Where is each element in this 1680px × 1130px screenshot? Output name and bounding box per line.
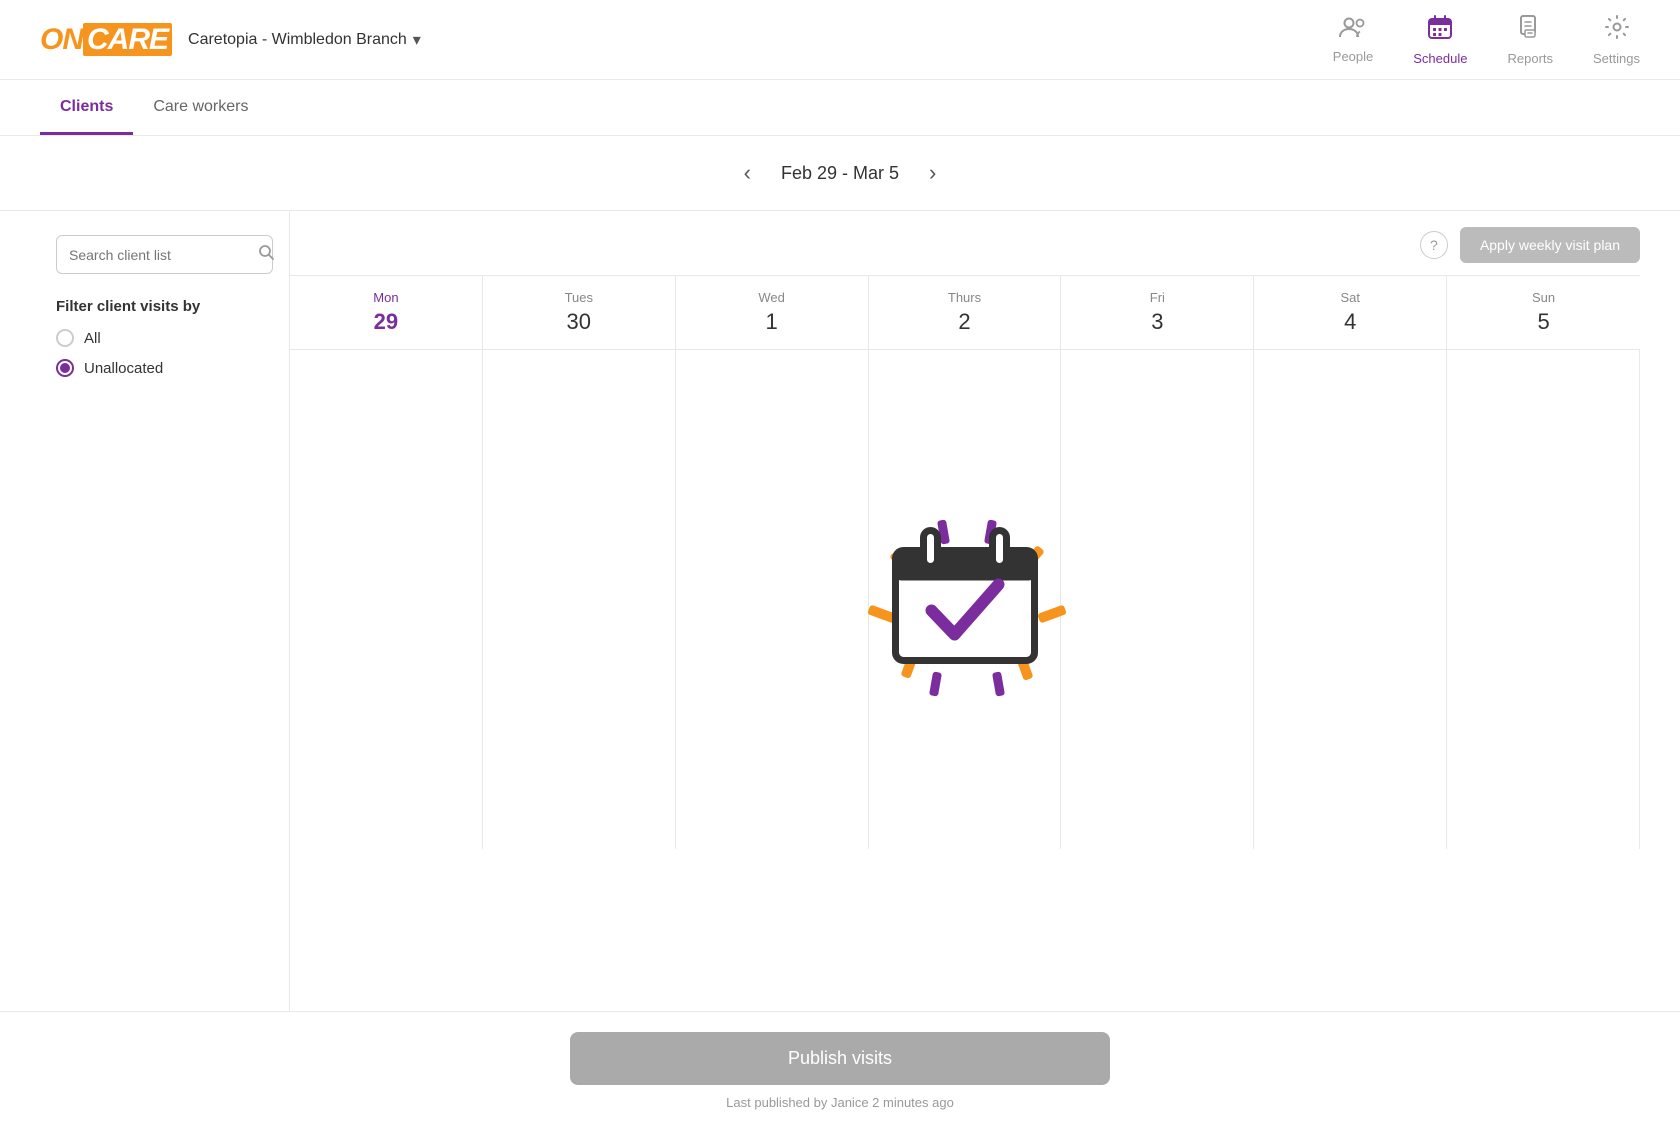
day-col-mon <box>290 350 483 849</box>
day-name-sat: Sat <box>1254 290 1446 305</box>
settings-label: Settings <box>1593 51 1640 66</box>
day-name-thurs: Thurs <box>869 290 1061 305</box>
filter-label-unallocated: Unallocated <box>84 360 163 377</box>
day-header-tues: Tues 30 <box>483 276 676 349</box>
celebration-illustration <box>855 490 1075 710</box>
search-box[interactable] <box>56 235 273 274</box>
calendar-body <box>290 349 1640 849</box>
search-input[interactable] <box>69 247 250 263</box>
chevron-down-icon: ▾ <box>413 30 421 50</box>
settings-icon <box>1604 14 1630 47</box>
reports-icon <box>1517 14 1543 47</box>
day-col-sun <box>1447 350 1640 849</box>
search-icon <box>258 244 274 265</box>
day-header-fri: Fri 3 <box>1061 276 1254 349</box>
day-name-wed: Wed <box>676 290 868 305</box>
day-name-sun: Sun <box>1447 290 1640 305</box>
sidebar: Filter client visits by All Unallocated <box>40 211 290 1011</box>
nav-item-reports[interactable]: Reports <box>1507 14 1553 66</box>
day-name-mon: Mon <box>290 290 482 305</box>
tabs-bar: Clients Care workers <box>0 80 1680 136</box>
tab-clients[interactable]: Clients <box>40 82 133 135</box>
day-headers: Mon 29 Tues 30 Wed 1 Thurs 2 Fri 3 Sat 4 <box>290 275 1640 349</box>
day-col-fri <box>1061 350 1254 849</box>
day-col-wed <box>676 350 869 849</box>
filter-option-unallocated[interactable]: Unallocated <box>56 359 273 377</box>
nav-item-schedule[interactable]: Schedule <box>1413 14 1467 66</box>
day-num-thurs: 2 <box>869 309 1061 335</box>
day-num-fri: 3 <box>1061 309 1253 335</box>
publish-visits-button[interactable]: Publish visits <box>570 1032 1110 1085</box>
reports-label: Reports <box>1507 51 1553 66</box>
schedule-icon <box>1427 14 1453 47</box>
calendar-icon <box>888 522 1043 677</box>
day-header-sat: Sat 4 <box>1254 276 1447 349</box>
apply-weekly-plan-button[interactable]: Apply weekly visit plan <box>1460 227 1640 263</box>
day-num-wed: 1 <box>676 309 868 335</box>
day-num-sun: 5 <box>1447 309 1640 335</box>
day-name-fri: Fri <box>1061 290 1253 305</box>
radio-unallocated[interactable] <box>56 359 74 377</box>
radio-inner <box>60 363 70 373</box>
filter-title: Filter client visits by <box>56 298 273 315</box>
logo: ONCARE <box>40 23 172 57</box>
empty-state <box>855 490 1075 710</box>
day-header-thurs: Thurs 2 <box>869 276 1062 349</box>
calendar-area: ? Apply weekly visit plan Mon 29 Tues 30… <box>290 211 1640 1011</box>
day-header-mon: Mon 29 <box>290 276 483 349</box>
branch-selector[interactable]: Caretopia - Wimbledon Branch ▾ <box>188 30 421 50</box>
main-nav: People Schedule <box>1333 14 1640 66</box>
logo-text: ONCARE <box>40 23 172 57</box>
help-button[interactable]: ? <box>1420 231 1448 259</box>
day-col-sat <box>1254 350 1447 849</box>
date-nav: ‹ Feb 29 - Mar 5 › <box>0 136 1680 211</box>
next-week-button[interactable]: › <box>919 156 946 190</box>
last-published-label: Last published by Janice 2 minutes ago <box>726 1095 954 1110</box>
people-icon <box>1339 16 1367 45</box>
main-content: Filter client visits by All Unallocated … <box>0 211 1680 1011</box>
radio-all[interactable] <box>56 329 74 347</box>
nav-item-people[interactable]: People <box>1333 16 1373 64</box>
nav-item-settings[interactable]: Settings <box>1593 14 1640 66</box>
header-left: ONCARE Caretopia - Wimbledon Branch ▾ <box>40 23 421 57</box>
day-name-tues: Tues <box>483 290 675 305</box>
prev-week-button[interactable]: ‹ <box>734 156 761 190</box>
bottom-bar: Publish visits Last published by Janice … <box>0 1011 1680 1130</box>
tab-care-workers[interactable]: Care workers <box>133 82 268 135</box>
filter-label-all: All <box>84 330 101 347</box>
day-col-tues <box>483 350 676 849</box>
day-header-wed: Wed 1 <box>676 276 869 349</box>
header: ONCARE Caretopia - Wimbledon Branch ▾ Pe… <box>0 0 1680 80</box>
day-header-sun: Sun 5 <box>1447 276 1640 349</box>
day-num-mon: 29 <box>290 309 482 335</box>
calendar-top-row: ? Apply weekly visit plan <box>290 211 1640 275</box>
filter-option-all[interactable]: All <box>56 329 273 347</box>
date-range-label: Feb 29 - Mar 5 <box>781 163 899 184</box>
branch-name: Caretopia - Wimbledon Branch <box>188 31 407 49</box>
people-label: People <box>1333 49 1373 64</box>
day-num-sat: 4 <box>1254 309 1446 335</box>
day-num-tues: 30 <box>483 309 675 335</box>
schedule-label: Schedule <box>1413 51 1467 66</box>
